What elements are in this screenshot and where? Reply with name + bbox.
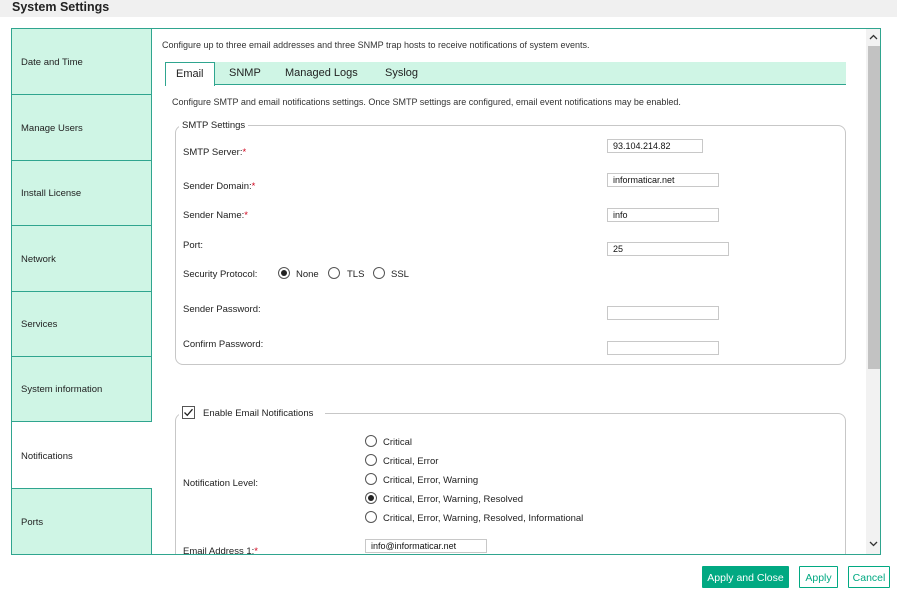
required-marker: * [254,546,258,554]
level-resolved-radio[interactable] [365,492,377,504]
intro-text: Configure up to three email addresses an… [162,40,590,50]
notification-level-label: Notification Level: [183,478,258,489]
title-bar: System Settings [0,0,897,17]
required-marker: * [251,181,256,192]
confirm-password-input[interactable] [607,341,719,355]
smtp-server-label: SMTP Server:* [183,147,247,158]
chevron-up-icon[interactable] [867,31,880,43]
level-critical-radio[interactable] [365,435,377,447]
sidebar-item-label: Services [21,319,58,330]
tab-email[interactable]: Email [165,62,215,86]
email-description: Configure SMTP and email notifications s… [172,97,681,107]
protocol-ssl-radio[interactable] [373,267,385,279]
protocol-none-label: None [296,269,319,280]
sidebar-item-label: Manage Users [21,123,83,134]
smtp-server-input[interactable]: 93.104.214.82 [607,139,703,153]
level-critical-error-warning-label: Critical, Error, Warning [383,475,479,486]
enable-email-notifications-checkbox[interactable] [182,406,195,419]
level-informational-label: Critical, Error, Warning, Resolved, Info… [383,513,584,524]
sender-password-input[interactable] [607,306,719,320]
port-input[interactable]: 25 [607,242,729,256]
sender-domain-label: Sender Domain:* [183,181,256,192]
sidebar-item-date-and-time[interactable]: Date and Time [12,29,152,95]
level-resolved-label: Critical, Error, Warning, Resolved [383,494,524,505]
sidebar-item-label: Install License [21,188,82,199]
sender-password-label: Sender Password: [183,304,261,315]
window-title: System Settings [12,0,110,14]
sidebar-item-network[interactable]: Network [12,226,152,292]
protocol-tls-radio[interactable] [328,267,340,279]
level-critical-error-label: Critical, Error [383,456,439,467]
email-notifications-group [175,413,846,554]
email-notifications-legend: Enable Email Notifications [179,405,325,421]
sender-name-label: Sender Name:* [183,210,248,221]
sender-name-input[interactable]: info [607,208,719,222]
protocol-tls-label: TLS [347,269,365,280]
tab-snmp[interactable]: SNMP [229,62,261,85]
email-address-1-input[interactable]: info@informaticar.net [365,539,487,553]
level-critical-error-warning-radio[interactable] [365,473,377,485]
protocol-ssl-label: SSL [391,269,409,280]
security-protocol-label: Security Protocol: [183,269,258,280]
scrollbar[interactable] [866,29,880,554]
cancel-button[interactable]: Cancel [848,566,890,588]
smtp-settings-legend: SMTP Settings [179,120,249,131]
required-marker: * [244,210,248,221]
port-label: Port: [183,240,204,251]
tab-bar: Email SNMP Managed Logs Syslog [165,62,846,86]
apply-and-close-button[interactable]: Apply and Close [702,566,789,588]
level-critical-label: Critical [383,437,413,448]
required-marker: * [242,147,247,158]
level-critical-error-radio[interactable] [365,454,377,466]
sidebar-item-notifications[interactable]: Notifications [12,422,152,489]
sidebar: Date and Time Manage Users Install Licen… [12,29,152,554]
apply-button[interactable]: Apply [799,566,838,588]
protocol-none-radio[interactable] [278,267,290,279]
main-content: Configure up to three email addresses an… [152,29,864,554]
tab-managed-logs[interactable]: Managed Logs [285,62,358,85]
sidebar-item-install-license[interactable]: Install License [12,161,152,226]
confirm-password-label: Confirm Password: [183,339,264,350]
sidebar-item-label: System information [21,384,103,395]
email-address-1-label: Email Address 1:* [183,546,258,554]
scroll-thumb[interactable] [868,46,880,369]
sidebar-item-services[interactable]: Services [12,292,152,357]
sidebar-item-manage-users[interactable]: Manage Users [12,95,152,161]
sidebar-item-label: Ports [21,517,44,528]
chevron-down-icon[interactable] [867,538,880,550]
sender-domain-input[interactable]: informaticar.net [607,173,719,187]
enable-email-notifications-label: Enable Email Notifications [203,408,314,419]
sidebar-item-label: Network [21,254,56,265]
tab-syslog[interactable]: Syslog [385,62,418,85]
settings-panel: Date and Time Manage Users Install Licen… [11,28,881,555]
level-informational-radio[interactable] [365,511,377,523]
smtp-settings-group [175,125,846,365]
sidebar-item-ports[interactable]: Ports [12,489,152,554]
check-icon [184,408,193,417]
sidebar-item-label: Date and Time [21,57,83,68]
sidebar-item-label: Notifications [21,451,73,462]
sidebar-item-system-information[interactable]: System information [12,357,152,422]
